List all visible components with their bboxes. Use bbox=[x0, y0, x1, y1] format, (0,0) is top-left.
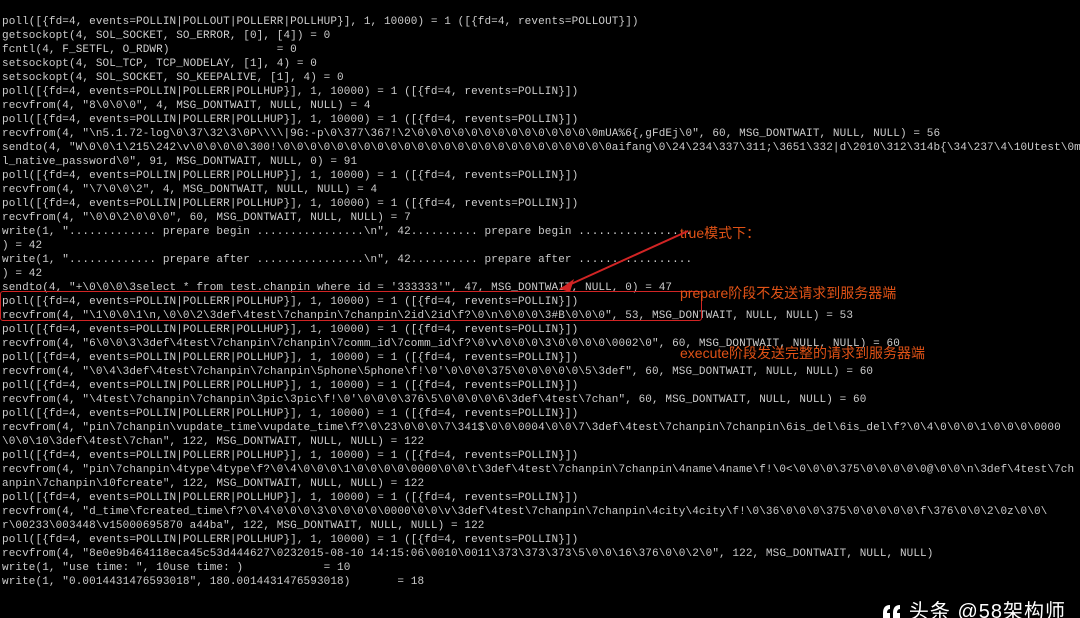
watermark: 头条 @58架构师 bbox=[881, 603, 1066, 618]
annotation-text: true模式下： prepare阶段不发送请求到服务器端 execute阶段发送… bbox=[680, 183, 925, 383]
annotation-line-3: execute阶段发送完整的请求到服务器端 bbox=[680, 343, 925, 363]
watermark-text: 头条 @58架构师 bbox=[909, 605, 1066, 618]
annotation-line-2: prepare阶段不发送请求到服务器端 bbox=[680, 283, 925, 303]
quote-icon bbox=[881, 603, 903, 618]
annotation-line-1: true模式下： bbox=[680, 223, 925, 243]
